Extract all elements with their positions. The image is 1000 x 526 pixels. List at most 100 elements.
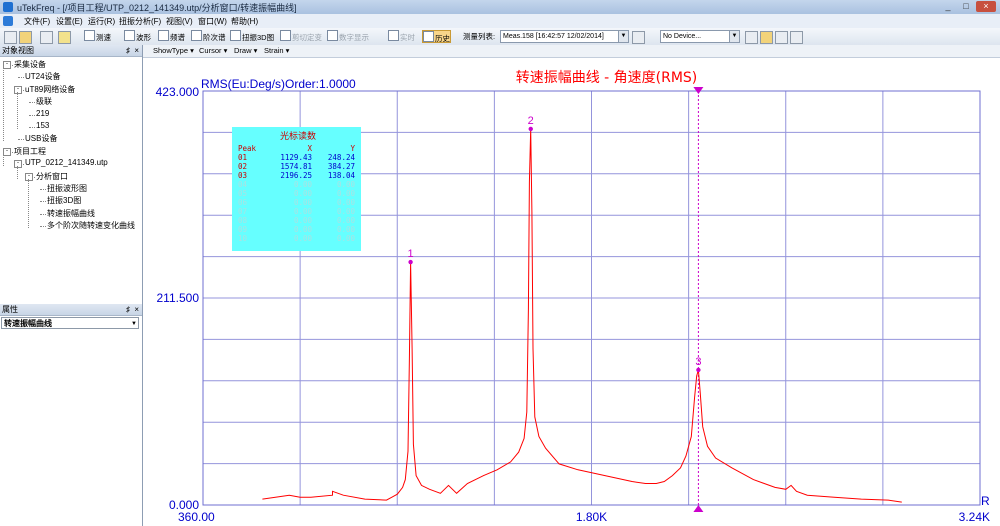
tree-item[interactable]: 项目工程 (14, 146, 46, 157)
tree-item[interactable]: 多个阶次随转速变化曲线 (47, 220, 135, 231)
cursor-table-cell: 0.00 (337, 198, 356, 207)
speed-icon (84, 30, 95, 41)
close-icon[interactable]: × (134, 45, 139, 56)
shear-icon (280, 30, 291, 41)
peak-marker[interactable] (696, 367, 701, 373)
tree-connector (17, 91, 18, 129)
order-spectrum-button[interactable]: 阶次谱 (191, 30, 226, 43)
app-icon (3, 2, 13, 12)
maximize-button[interactable]: □ (958, 1, 974, 12)
meas-list-value: Meas.158 [16:42:57 12/02/2014] (503, 33, 604, 40)
object-view-title: 对象视图 (2, 46, 34, 55)
meas-list-select[interactable]: Meas.158 [16:42:57 12/02/2014] ▼ (500, 30, 629, 43)
cursor-table-cell: 0.00 (294, 234, 313, 243)
object-view-header: 对象视图 ♯ × (0, 45, 142, 57)
history-button[interactable]: 历史 (422, 30, 451, 43)
chevron-down-icon: ▼ (131, 321, 137, 327)
peak-marker[interactable] (528, 126, 533, 132)
tree-item[interactable]: 转速振幅曲线 (47, 208, 95, 219)
torsional-3d-button[interactable]: 扭振3D图 (230, 30, 274, 43)
menu-torsional-analysis[interactable]: 扭振分析(F) (119, 16, 161, 27)
cursor-table-cell: 0.00 (294, 225, 313, 234)
tree-item[interactable]: uT89网络设备 (25, 84, 75, 95)
help-icon[interactable] (58, 31, 71, 44)
spectrum-button[interactable]: 频谱 (158, 30, 185, 43)
menu-window[interactable]: 窗口(W) (198, 16, 227, 27)
open-folder-icon[interactable] (19, 31, 32, 44)
tree-item[interactable]: 扭振波形图 (47, 183, 87, 194)
tree-connector (29, 127, 35, 128)
tree-item[interactable]: 采集设备 (14, 59, 46, 70)
peak-label: 1 (408, 248, 414, 260)
pin-icon[interactable]: ♯ (126, 304, 130, 315)
new-file-icon[interactable] (4, 31, 17, 44)
tree-item[interactable]: 级联 (36, 96, 52, 107)
realtime-button[interactable]: 实时 (388, 30, 415, 43)
speed-button[interactable]: 测速 (84, 30, 111, 43)
export-icon[interactable] (790, 31, 803, 44)
cursor-table-cell: 1129.43 (280, 153, 312, 162)
cursor-table-header: Y (350, 144, 355, 153)
x-tick-label: 360.00 (178, 510, 215, 524)
tree-item[interactable]: 扭振3D图 (47, 195, 81, 206)
cursor-table-cell: 0.00 (337, 180, 356, 189)
draw-menu[interactable]: Draw ▾ (234, 46, 257, 55)
chevron-down-icon: ▼ (618, 31, 628, 42)
properties-object-select[interactable]: 转速振幅曲线 ▼ (1, 317, 139, 329)
device-select[interactable]: No Device... ▼ (660, 30, 740, 43)
cursor-table-cell: 07 (238, 207, 247, 216)
cursor-table-cell: 05 (238, 189, 247, 198)
order-spectrum-label: 阶次谱 (203, 33, 226, 42)
menu-run[interactable]: 运行(R) (88, 16, 115, 27)
order-spectrum-icon (191, 30, 202, 41)
chart-svg[interactable]: 转速振幅曲线 - 角速度(RMS) RMS(Eu:Deg/s) Order:1.00… (143, 45, 1000, 526)
waveform-icon (124, 30, 135, 41)
tree-connector (40, 213, 46, 215)
menu-settings[interactable]: 设置(E) (56, 16, 83, 27)
minimize-button[interactable]: _ (940, 1, 956, 12)
order-label: Order:1.0000 (285, 77, 356, 91)
tree-expander[interactable]: - (14, 85, 22, 94)
chart-area: 转速振幅曲线 - 角速度(RMS) RMS(Eu:Deg/s) Order:1.00… (143, 45, 1000, 526)
tree-item[interactable]: UTP_0212_141349.utp (25, 158, 108, 167)
tree-expander[interactable]: - (14, 160, 22, 169)
tree-item[interactable]: 219 (36, 109, 49, 118)
menu-file[interactable]: 文件(F) (24, 16, 50, 27)
shear-strain-button[interactable]: 剪切定变 (280, 30, 322, 43)
digital-display-button[interactable]: 数字显示 (327, 30, 369, 43)
window-title: uTekFreq - [/项目工程/UTP_0212_141349.utp/分析… (17, 3, 297, 13)
strain-menu[interactable]: Strain ▾ (264, 46, 289, 55)
tree-expander[interactable]: - (25, 172, 33, 181)
menu-help[interactable]: 帮助(H) (231, 16, 258, 27)
folder-icon[interactable] (760, 31, 773, 44)
tree-expander[interactable]: - (3, 61, 11, 69)
left-panel: 对象视图 ♯ × 采集设备 - UT24设备 uT89网络设备 - 级联 219 153 USB… (0, 45, 143, 526)
tree-item[interactable]: 153 (36, 121, 49, 130)
menu-view[interactable]: 视图(V) (166, 16, 193, 27)
digital-display-icon (327, 30, 338, 41)
refresh-icon[interactable] (632, 31, 645, 44)
print-icon[interactable] (40, 31, 53, 44)
cursor-bottom-marker[interactable] (693, 505, 704, 512)
close-icon[interactable]: × (134, 304, 139, 315)
tree-item[interactable]: 分析窗口 (36, 171, 68, 182)
y-tick-label: 211.500 (157, 291, 200, 305)
cursor-menu[interactable]: Cursor ▾ (199, 46, 227, 55)
cursor-table-cell: 138.04 (328, 171, 356, 180)
showtype-menu[interactable]: ShowType ▾ (153, 46, 194, 55)
waveform-button[interactable]: 波形 (124, 30, 151, 43)
config-icon[interactable] (745, 31, 758, 44)
settings-icon[interactable] (775, 31, 788, 44)
tree-item[interactable]: UT24设备 (25, 71, 61, 82)
tree-item[interactable]: USB设备 (25, 133, 57, 144)
pin-icon[interactable]: ♯ (126, 45, 130, 56)
cursor-table-title: 光标读数 (280, 130, 316, 142)
tree-expander[interactable]: - (3, 147, 11, 156)
close-button[interactable]: × (976, 1, 996, 12)
peak-marker[interactable] (408, 259, 413, 265)
tree-connector (3, 67, 4, 142)
cursor-table-cell: 384.27 (328, 162, 355, 171)
digital-display-label: 数字显示 (339, 33, 369, 42)
tree-connector (18, 77, 24, 79)
cursor-table-cell: 1574.81 (280, 162, 312, 171)
